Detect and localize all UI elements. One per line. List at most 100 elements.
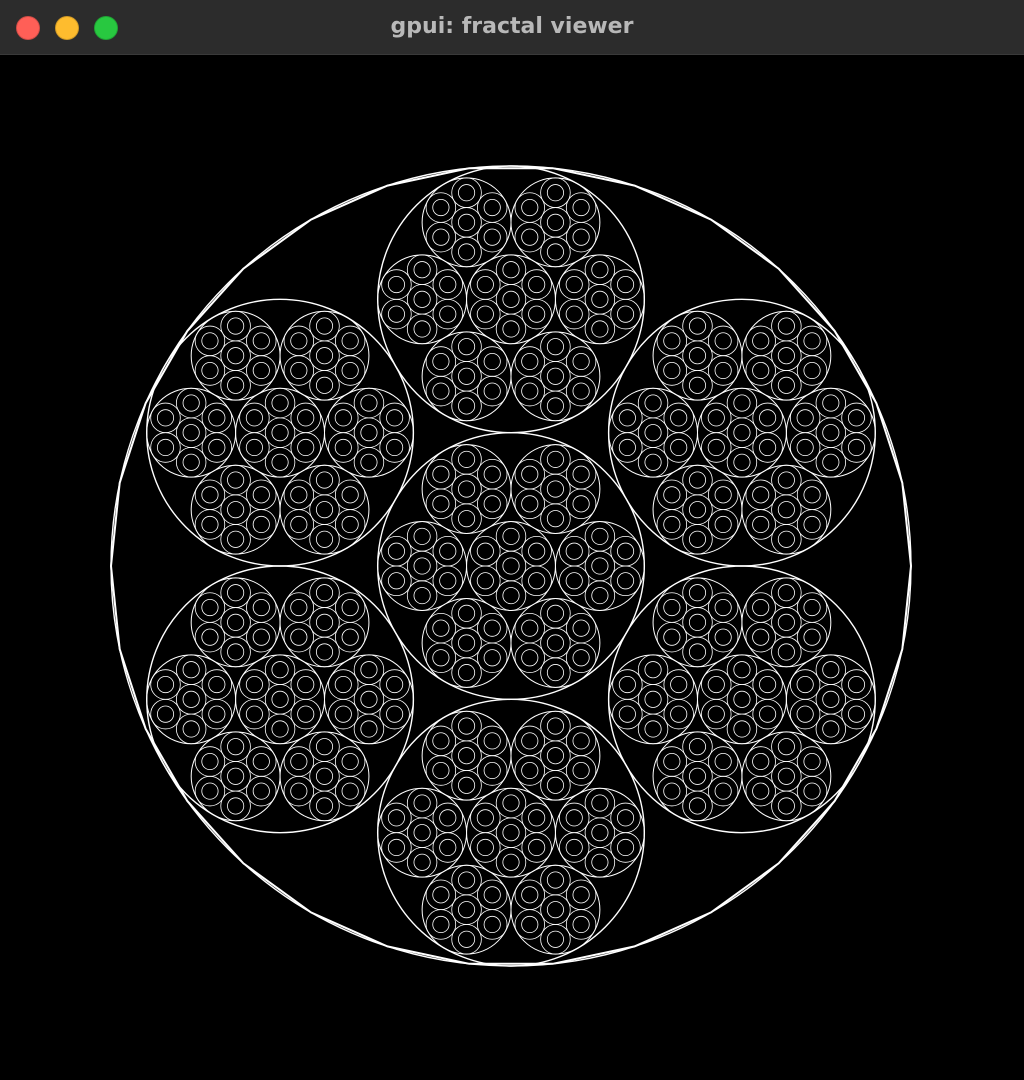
fractal-cell: [271, 394, 289, 412]
fractal-cell: [432, 619, 450, 637]
fractal-cell: [387, 542, 406, 560]
fractal-cell: [252, 752, 270, 771]
fractal-cell: [591, 557, 609, 575]
fractal-cell: [387, 838, 406, 857]
fractal-cell: [208, 705, 226, 723]
fractal-cell: [315, 738, 334, 756]
fractal-cell: [227, 797, 245, 815]
fractal-cell: [334, 705, 352, 723]
fractal-cell: [432, 465, 450, 483]
fractal-cell: [521, 732, 539, 750]
title-bar[interactable]: gpui: fractal viewer: [0, 0, 1024, 55]
fractal-cell: [759, 438, 777, 457]
fractal-cell: [796, 705, 814, 723]
fractal-cell: [707, 675, 725, 694]
fractal-cell: [752, 361, 770, 380]
fractal-cell: [297, 438, 315, 457]
fractal-cell: [360, 690, 378, 708]
fractal-cell: [227, 584, 245, 602]
fractal-cell: [521, 352, 539, 371]
fractal-cell: [201, 332, 219, 350]
fractal-canvas[interactable]: [0, 55, 1024, 1080]
fractal-cell: [432, 228, 450, 246]
fractal-cell: [714, 782, 732, 800]
fractal-cell: [644, 424, 662, 442]
fractal-cell: [546, 901, 564, 919]
fractal-cell: [822, 720, 840, 738]
fractal-cell: [341, 515, 359, 534]
fractal-cell: [502, 557, 520, 575]
fractal-cell: [315, 376, 334, 394]
fractal-cell: [227, 376, 245, 394]
fractal-cell: [822, 661, 840, 679]
fractal-cell: [688, 530, 707, 548]
fractal-cell: [670, 409, 688, 427]
fractal-cell: [546, 338, 564, 356]
fractal-cell: [483, 619, 501, 637]
fractal-cell: [777, 530, 795, 548]
fractal-cell: [315, 471, 334, 489]
fractal-cell: [315, 643, 334, 661]
fractal-cell: [227, 643, 245, 661]
fractal-cell: [777, 797, 795, 815]
fractal-cell: [334, 409, 352, 427]
fractal-cell: [458, 213, 476, 231]
fractal-cell: [644, 661, 662, 679]
fractal-cell: [546, 397, 564, 415]
fractal-viewport[interactable]: [0, 55, 1024, 1080]
fractal-cell: [688, 738, 707, 756]
fractal-cell: [458, 664, 476, 682]
fractal-cell: [572, 228, 590, 246]
fractal-cell: [413, 527, 431, 545]
app-window: gpui: fractal viewer: [0, 0, 1024, 1080]
fractal-cell: [476, 572, 494, 590]
fractal-cell: [644, 720, 662, 738]
fractal-cell: [182, 661, 200, 679]
fractal-cell: [803, 515, 821, 534]
fractal-cell: [271, 424, 289, 442]
fractal-cell: [777, 738, 795, 756]
fractal-cell: [252, 515, 270, 534]
fractal-cell: [458, 480, 476, 498]
fractal-cell: [847, 675, 866, 694]
fractal-cell: [182, 720, 200, 738]
fractal-cell: [777, 471, 795, 489]
fractal-cell: [688, 613, 707, 631]
fractal-cell: [803, 598, 821, 617]
fractal-cell: [803, 782, 821, 800]
fractal-cell: [439, 572, 457, 590]
fractal-cell: [432, 495, 450, 513]
fractal-cell: [297, 675, 315, 694]
fractal-cell: [502, 290, 520, 308]
fractal-cell: [616, 542, 635, 560]
fractal-cell: [341, 486, 359, 504]
fractal-cell: [502, 261, 520, 279]
fractal-cell: [777, 317, 795, 335]
fractal-cell: [777, 643, 795, 661]
fractal-cell: [432, 915, 450, 934]
fractal-cell: [360, 453, 378, 471]
fractal-cell: [315, 317, 334, 335]
fractal-cell: [803, 628, 821, 646]
fractal-cell: [546, 717, 564, 735]
fractal-cell: [847, 438, 866, 457]
fractal-cell: [458, 510, 476, 528]
fractal-cell: [670, 705, 688, 723]
fractal-cell: [688, 797, 707, 815]
fractal-cell: [572, 495, 590, 513]
fractal-cell: [476, 838, 494, 857]
fractal-cell: [714, 332, 732, 350]
fractal-cell: [572, 465, 590, 483]
fractal-cell: [707, 409, 725, 427]
fractal-cell: [707, 705, 725, 723]
fractal-cell: [387, 305, 406, 323]
fractal-cell: [341, 628, 359, 646]
fractal-cell: [616, 838, 635, 857]
fractal-cell: [156, 675, 175, 694]
fractal-cell: [777, 501, 795, 519]
fractal-cell: [616, 809, 635, 827]
fractal-cell: [315, 501, 334, 519]
fractal-cell: [546, 213, 564, 231]
fractal-cell: [334, 438, 352, 457]
fractal-cell: [458, 871, 476, 889]
